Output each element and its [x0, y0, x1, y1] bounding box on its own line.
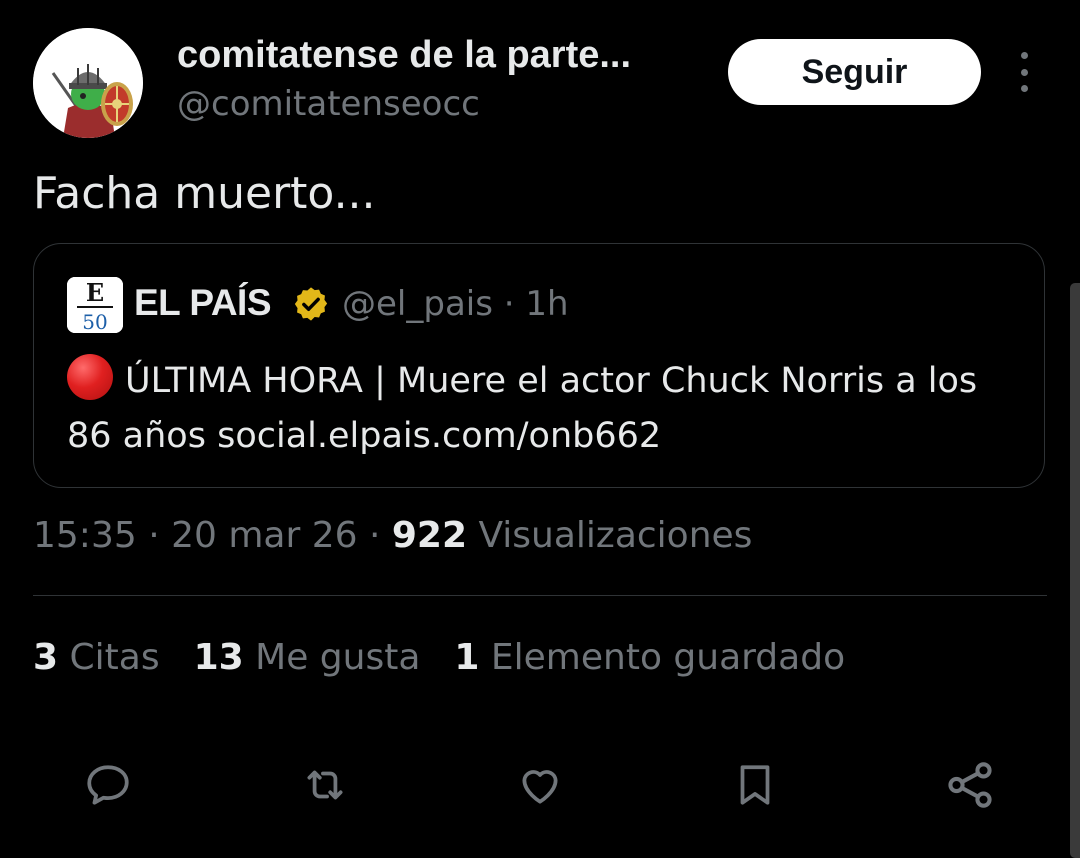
bookmarks-stat[interactable]: 1 Elemento guardado	[454, 637, 845, 678]
author-avatar[interactable]	[33, 28, 143, 138]
share-icon	[948, 762, 992, 808]
bookmark-icon	[740, 765, 770, 805]
like-icon	[522, 770, 558, 804]
divider	[33, 595, 1047, 596]
quoted-avatar-number: 50	[82, 310, 107, 333]
tweet-meta: 15:35 · 20 mar 26 · 922 Visualizaciones	[33, 515, 752, 556]
tweet-detail: comitatense de la parte... @comitatenseo…	[0, 0, 1080, 858]
quoted-handle-time: @el_pais · 1h	[342, 284, 569, 324]
reply-button[interactable]	[80, 757, 136, 813]
retweet-icon	[307, 770, 343, 800]
quoted-text: ÚLTIMA HORA | Muere el actor Chuck Norri…	[67, 354, 1027, 464]
views-label: Visualizaciones	[467, 515, 753, 556]
more-options-icon[interactable]	[1009, 52, 1039, 92]
author-name[interactable]: comitatense de la parte...	[177, 34, 631, 77]
quotes-stat[interactable]: 3 Citas	[33, 637, 160, 678]
engagement-stats: 3 Citas 13 Me gusta 1 Elemento guardado	[33, 637, 845, 678]
scrollbar[interactable]	[1070, 283, 1080, 858]
tweet-text: Facha muerto...	[33, 168, 376, 219]
quoted-avatar[interactable]: E 50	[67, 277, 123, 333]
roman-soldier-shield-icon	[33, 28, 143, 138]
red-circle-icon	[67, 354, 113, 400]
views-count: 922	[391, 515, 467, 556]
reply-icon	[87, 765, 129, 805]
likes-stat[interactable]: 13 Me gusta	[194, 637, 421, 678]
el-pais-logo-icon: E 50	[67, 277, 123, 333]
bookmark-button[interactable]	[727, 757, 783, 813]
like-button[interactable]	[512, 757, 568, 813]
quoted-link[interactable]: social.elpais.com/onb662	[217, 416, 661, 456]
retweet-button[interactable]	[297, 757, 353, 813]
share-button[interactable]	[942, 757, 998, 813]
quoted-tweet[interactable]: E 50 EL PAÍS @el_pais · 1h ÚLTIMA HORA |…	[33, 243, 1045, 488]
quoted-avatar-letter: E	[86, 278, 104, 307]
author-handle[interactable]: @comitatenseocc	[177, 84, 480, 124]
follow-button[interactable]: Seguir	[728, 39, 981, 105]
tweet-timestamp: 15:35 · 20 mar 26 ·	[33, 515, 392, 556]
verified-badge-icon	[294, 287, 328, 321]
quoted-author-name[interactable]: EL PAÍS	[134, 282, 272, 324]
